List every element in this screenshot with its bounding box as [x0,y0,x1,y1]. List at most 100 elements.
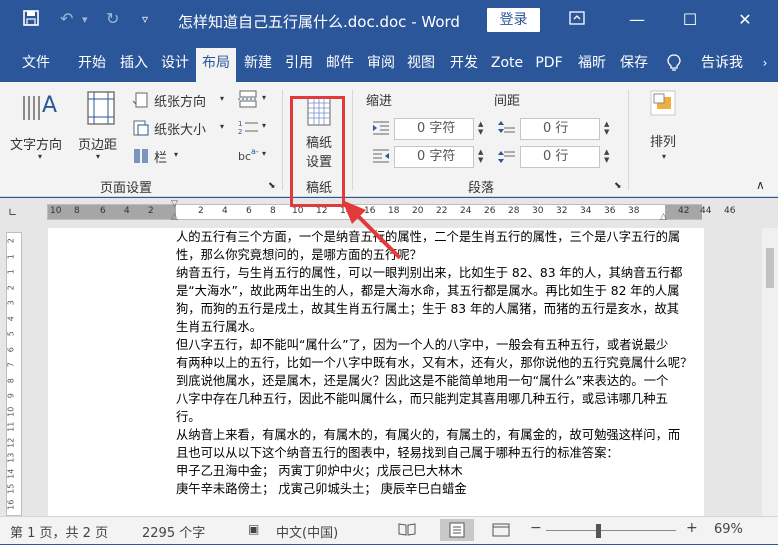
document-line[interactable]: 狗，而狗的五行是戌土，故其生肖五行属土；生于 83 年的人属猪，而猪的五行是亥水… [176,300,716,318]
hyphenation-button[interactable]: bc a- ▾ [238,146,272,166]
tab-references[interactable]: 引用 [280,50,318,82]
document-line[interactable]: 人的五行有三个方面，一个是纳音五行的属性，二个是生肖五行的属性，三个是八字五行的… [176,228,716,246]
lightbulb-icon[interactable] [664,50,684,82]
redo-icon[interactable]: ↻ [106,9,119,28]
tab-save[interactable]: 保存 [614,50,654,82]
maximize-icon[interactable]: ☐ [675,6,705,34]
breaks-button[interactable]: ▾ [238,90,272,110]
indent-left-spinner[interactable]: ▲ ▼ [478,120,483,136]
document-line[interactable]: 到底说他属水，还是属木，还是属火？因此这是不能简单地用一句“属什么”来表达的。一… [176,372,716,390]
ribbon-display-options-icon[interactable] [562,6,592,34]
chevron-down-icon: ▾ [220,122,225,131]
spacing-after-field[interactable]: 0 行 [520,146,600,168]
tabs-scroll-icon[interactable]: › [758,50,772,82]
tab-foxit[interactable]: 福昕 [572,50,612,82]
right-indent-marker[interactable]: △ [660,212,667,222]
document-line[interactable]: 从纳音上来看，有属水的，有属木的，有属火的，有属土的，有属金的，故可勉强这样问，… [176,426,716,444]
ruler-tick: 44 [700,206,712,216]
document-line[interactable]: 是“大海水”，故此两年出生的人，都是大海水命，其五行都是属水。再比如生于 82 … [176,282,716,300]
document-line[interactable]: 庚午辛未路傍土； 戊寅己卯城头土； 庚辰辛巳白蜡金 [176,480,716,498]
document-line[interactable]: 生肖五行属水。 [176,318,716,336]
indent-right-spinner[interactable]: ▲ ▼ [478,148,483,164]
indent-right-field[interactable]: 0 字符 [394,146,474,168]
page-setup-launcher-icon[interactable]: ⬊ [268,181,276,191]
document-line[interactable]: 纳音五行，与生肖五行的属性，可以一眼判别出来，比如生于 82、83 年的人，其纳… [176,264,716,282]
tab-file[interactable]: 文件 [10,50,62,82]
document-body[interactable]: 人的五行有三个方面，一个是纳音五行的属性，二个是生肖五行的属性，三个是八字五行的… [176,228,716,498]
tab-layout[interactable]: 布局 [196,48,236,82]
login-button[interactable]: 登录 [487,8,540,32]
web-layout-icon[interactable] [492,522,510,542]
tab-zotero[interactable]: Zote [486,50,528,82]
document-line[interactable]: 有两种以上的五行，比如一个八字中既有水，又有木，还有火，那你说他的五行究竟属什么… [176,354,716,372]
arrange-button[interactable]: 排列 ▾ [640,88,690,172]
tab-design[interactable]: 设计 [156,50,194,82]
text-direction-button[interactable]: A 文字方向 ▾ [8,88,74,168]
tab-mailings[interactable]: 邮件 [320,50,360,82]
minimize-icon[interactable]: — [622,6,652,34]
document-page[interactable]: 人的五行有三个方面，一个是纳音五行的属性，二个是生肖五行的属性，三个是八字五行的… [48,228,704,516]
document-line[interactable]: 但八字五行，却不能叫“属什么”了，因为一个人的八字中，一般会有五种五行，或者说最… [176,336,716,354]
svg-text:A: A [42,93,57,118]
save-icon[interactable] [22,9,40,31]
document-line[interactable]: 且也可以从以下这个纳音五行的图表中，轻易找到自己属于哪种五行的标准答案： [176,444,716,462]
indent-left-field[interactable]: 0 字符 [394,118,474,140]
document-line[interactable]: 八字中存在几种五行，因此不能叫属什么，而只能判定其喜用哪几种五行，或忌讳哪几种五 [176,390,716,408]
margins-button[interactable]: 页边距 ▾ [76,88,126,168]
vertical-ruler-tick: 14 [6,468,16,479]
tab-view[interactable]: 视图 [402,50,440,82]
document-line[interactable]: 行。 [176,408,716,426]
zoom-out-icon[interactable]: − [530,520,542,536]
tab-pdf[interactable]: PDF [528,50,570,82]
chevron-down-icon: ▾ [262,93,267,102]
tab-insert[interactable]: 插入 [114,50,154,82]
document-line[interactable]: 性，那么你究竟想问的，是哪方面的五行呢？ [176,246,716,264]
left-indent-marker[interactable]: △ [171,212,178,222]
chevron-down-icon: ▾ [262,121,267,130]
vertical-ruler-tick: 2 [6,238,16,244]
line-numbers-button[interactable]: 12 ▾ [238,118,272,138]
vertical-ruler-tick: 9 [6,393,16,399]
zoom-slider[interactable] [546,530,676,531]
size-button[interactable]: 纸张大小 ▾ [132,118,232,140]
ruler-tick: 28 [508,206,520,216]
page-count[interactable]: 第 1 页，共 2 页 [10,522,108,541]
document-line[interactable]: 甲子乙丑海中金； 丙寅丁卯炉中火；戊辰己巳大林木 [176,462,716,480]
tab-review[interactable]: 审阅 [362,50,400,82]
vertical-ruler-tick: 1 [6,269,16,275]
vertical-ruler-tick: 11 [6,421,16,432]
zoom-in-icon[interactable]: + [686,520,698,536]
spacing-before-field[interactable]: 0 行 [520,118,600,140]
word-count[interactable]: 2295 个字 [142,522,205,541]
columns-label: 栏 [154,151,168,166]
zoom-level[interactable]: 69% [714,522,743,537]
zoom-slider-thumb[interactable] [596,524,601,538]
ruler-tick: 8 [270,206,276,216]
undo-dropdown-icon[interactable]: ▾ [82,13,88,26]
undo-icon[interactable]: ↶ [60,9,73,28]
svg-text:a-: a- [251,147,259,156]
paragraph-launcher-icon[interactable]: ⬊ [614,181,622,191]
spacing-after-icon [498,148,516,167]
vertical-scrollbar[interactable] [762,228,778,516]
tell-me-search[interactable]: 告诉我 [694,50,750,82]
close-icon[interactable]: ✕ [730,6,760,34]
tab-home[interactable]: 开始 [70,50,114,82]
print-layout-icon[interactable] [440,519,474,541]
tab-developer[interactable]: 开发 [442,50,486,82]
first-line-indent-marker[interactable]: ▽ [171,199,178,209]
columns-button[interactable]: 栏 ▾ [132,146,192,168]
customize-quick-access-icon[interactable]: ▿ [142,12,148,26]
vertical-ruler-tick: 12 [6,437,16,448]
tab-selector-icon[interactable]: ∟ [8,206,17,219]
proofing-icon[interactable]: ▣ [248,522,259,536]
tab-new[interactable]: 新建 [238,50,278,82]
scrollbar-thumb[interactable] [766,248,774,288]
orientation-button[interactable]: 纸张方向 ▾ [132,90,232,112]
ruler-bar[interactable]: 10 8 6 4 2 2 4 6 8 10 12 14 16 18 20 22 … [47,199,735,222]
spacing-after-spinner[interactable]: ▲ ▼ [604,148,609,164]
language[interactable]: 中文(中国) [276,522,338,541]
spacing-before-spinner[interactable]: ▲ ▼ [604,120,609,136]
read-mode-icon[interactable] [398,522,416,540]
collapse-ribbon-icon[interactable]: ∧ [756,178,765,192]
